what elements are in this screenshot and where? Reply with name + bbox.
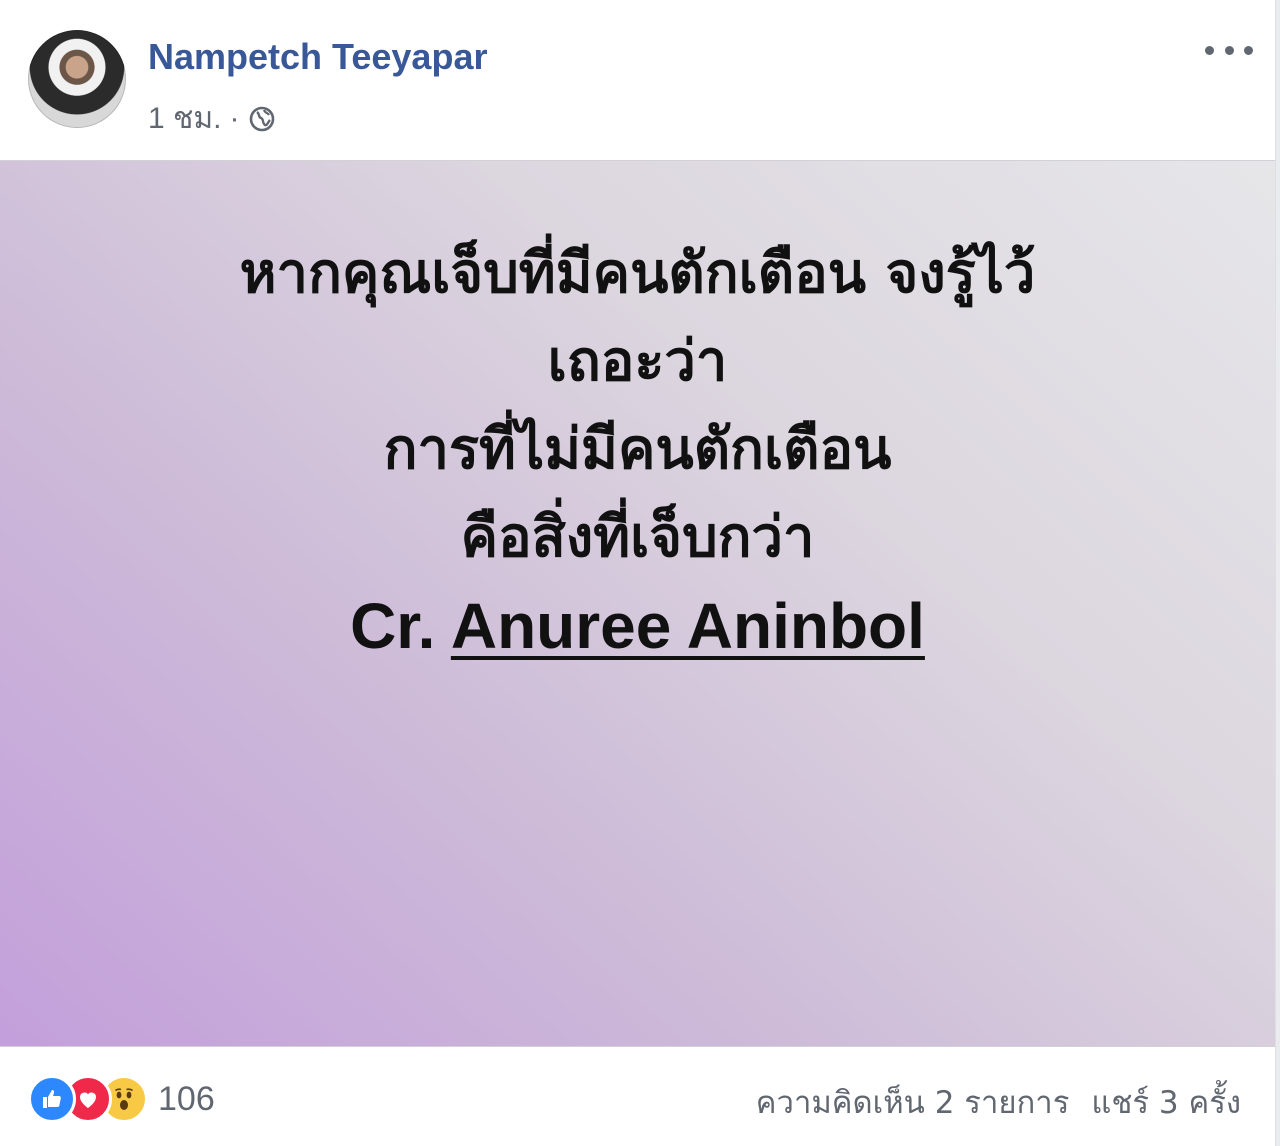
credit-prefix: Cr. bbox=[350, 590, 436, 662]
more-dot bbox=[1224, 45, 1234, 55]
credit-line: Cr. Anuree Aninbol bbox=[0, 582, 1275, 670]
globe-icon[interactable] bbox=[248, 105, 276, 133]
credit-author-link[interactable]: Anuree Aninbol bbox=[451, 590, 925, 662]
reaction-count: 106 bbox=[158, 1079, 215, 1118]
meta-separator: · bbox=[229, 101, 240, 135]
post-text-line: การที่ไม่มีคนตักเตือน bbox=[383, 417, 892, 482]
post-footer: 106 ความคิดเห็น 2 รายการ แชร์ 3 ครั้ง bbox=[0, 1047, 1275, 1146]
post-timestamp[interactable]: 1 ชม. bbox=[148, 95, 222, 142]
like-icon bbox=[28, 1075, 76, 1123]
post-text-line: หากคุณเจ็บที่มีคนตักเตือน จงรู้ไว้ bbox=[239, 241, 1036, 306]
post-meta: 1 ชม. · bbox=[148, 95, 276, 142]
post-stats: ความคิดเห็น 2 รายการ แชร์ 3 ครั้ง bbox=[756, 1077, 1241, 1127]
more-dot bbox=[1205, 45, 1214, 55]
author-name[interactable]: Nampetch Teeyapar bbox=[148, 36, 487, 78]
more-dot bbox=[1244, 45, 1253, 55]
post-text-line: คือสิ่งที่เจ็บกว่า bbox=[460, 505, 815, 570]
reactions-summary[interactable]: 106 bbox=[28, 1075, 215, 1123]
more-options-icon[interactable] bbox=[1205, 36, 1253, 64]
author-avatar[interactable] bbox=[28, 30, 126, 128]
post-text: หากคุณเจ็บที่มีคนตักเตือน จงรู้ไว้ เถอะว… bbox=[0, 230, 1275, 670]
post-card: Nampetch Teeyapar 1 ชม. · หากคุณเจ็บที่ม… bbox=[0, 0, 1276, 1146]
post-header: Nampetch Teeyapar 1 ชม. · bbox=[0, 0, 1275, 160]
post-text-line: เถอะว่า bbox=[547, 329, 728, 394]
comments-count-link[interactable]: ความคิดเห็น 2 รายการ bbox=[756, 1077, 1070, 1127]
shares-count-link[interactable]: แชร์ 3 ครั้ง bbox=[1091, 1077, 1241, 1127]
